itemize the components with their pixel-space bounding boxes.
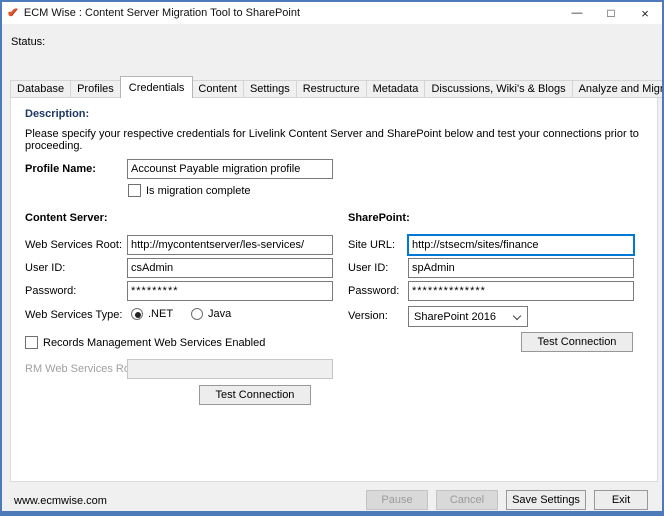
is-migration-complete-checkbox[interactable] [128,184,141,197]
cancel-button[interactable]: Cancel [436,490,498,510]
cs-user-id-label: User ID: [25,262,65,274]
save-settings-button[interactable]: Save Settings [506,490,586,510]
content-server-heading: Content Server: [25,212,108,224]
description-heading: Description: [25,108,89,120]
sp-password-label: Password: [348,285,399,297]
credentials-tab-panel: Description: Please specify your respect… [10,97,658,482]
ws-type-dotnet-radio[interactable] [131,308,143,320]
cs-web-services-root-input[interactable] [127,235,333,255]
tab-metadata[interactable]: Metadata [367,80,426,98]
status-label: Status: [11,36,45,48]
sp-password-input[interactable] [408,281,634,301]
cs-password-input[interactable] [127,281,333,301]
app-logo-icon: ✔ [7,5,18,21]
rm-enabled-row: Records Management Web Services Enabled [25,336,265,349]
pause-button[interactable]: Pause [366,490,428,510]
exit-button[interactable]: Exit [594,490,648,510]
sp-version-value: SharePoint 2016 [414,311,496,323]
tab-strip: Database Profiles Credentials Content Se… [10,76,664,98]
minimize-icon[interactable]: — [560,2,594,24]
ws-type-java-radio[interactable] [191,308,203,320]
ws-type-java-label: Java [208,308,231,320]
cs-web-services-type-label: Web Services Type: [25,309,122,321]
description-text: Please specify your respective credentia… [25,128,645,152]
close-icon[interactable]: × [628,2,662,24]
tab-analyze-and-migrate[interactable]: Analyze and Migrate [573,80,664,98]
ws-type-dotnet-label: .NET [148,308,173,320]
cs-user-id-input[interactable] [127,258,333,278]
rm-root-input [127,359,333,379]
tab-settings[interactable]: Settings [244,80,297,98]
window-controls: — □ × [560,2,662,24]
cs-test-connection-button[interactable]: Test Connection [199,385,311,405]
tab-database[interactable]: Database [10,80,71,98]
ws-type-java-option[interactable]: Java [191,308,231,320]
app-window: ✔ ECM Wise : Content Server Migration To… [0,0,664,516]
is-migration-complete-label: Is migration complete [146,185,251,197]
profile-name-input[interactable] [127,159,333,179]
sp-site-url-label: Site URL: [348,239,395,251]
sharepoint-heading: SharePoint: [348,212,410,224]
title-bar: ✔ ECM Wise : Content Server Migration To… [2,2,662,24]
sp-version-dropdown[interactable]: SharePoint 2016 [408,306,528,327]
footer-button-bar: Pause Cancel Save Settings Exit [366,490,648,510]
is-migration-complete-row: Is migration complete [128,184,251,197]
sp-test-connection-button[interactable]: Test Connection [521,332,633,352]
rm-enabled-label: Records Management Web Services Enabled [43,337,265,349]
tab-credentials[interactable]: Credentials [120,76,194,98]
maximize-icon[interactable]: □ [594,2,628,24]
ws-type-dotnet-option[interactable]: .NET [131,308,173,320]
cs-web-services-root-label: Web Services Root: [25,239,122,251]
rm-enabled-checkbox[interactable] [25,336,38,349]
sp-user-id-input[interactable] [408,258,634,278]
sp-version-label: Version: [348,310,388,322]
chevron-down-icon [513,312,521,320]
tab-restructure[interactable]: Restructure [297,80,367,98]
tab-content[interactable]: Content [192,80,244,98]
tab-discussions-wikis-blogs[interactable]: Discussions, Wiki's & Blogs [425,80,572,98]
rm-root-label: RM Web Services Root: [25,363,142,375]
profile-name-label: Profile Name: [25,163,96,175]
website-link[interactable]: www.ecmwise.com [14,495,107,507]
tab-profiles[interactable]: Profiles [71,80,121,98]
window-title: ECM Wise : Content Server Migration Tool… [24,7,300,19]
sp-site-url-input[interactable] [408,235,634,255]
cs-password-label: Password: [25,285,76,297]
sp-user-id-label: User ID: [348,262,388,274]
